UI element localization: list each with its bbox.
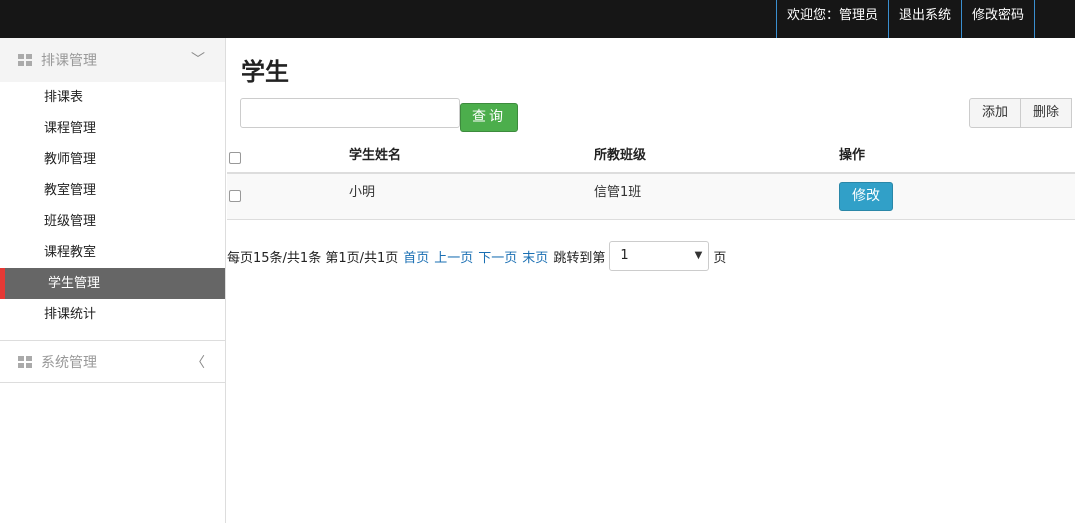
sidebar-menu: 排课表 课程管理 教师管理 教室管理 班级管理 课程教室 学生管理 排课统计 — [0, 82, 225, 330]
sidebar-item-statistics[interactable]: 排课统计 — [0, 299, 225, 330]
sidebar-item-classrooms[interactable]: 教室管理 — [0, 175, 225, 206]
select-all-checkbox[interactable] — [229, 152, 241, 164]
last-page-link[interactable]: 末页 — [522, 247, 548, 266]
sidebar-group-label: 系统管理 — [41, 354, 97, 371]
page-unit-label: 页 — [713, 250, 727, 266]
pagination: 每页15条/共1条 第1页/共1页 首页 上一页 下一页 末页 跳转到第 1 ▼… — [227, 241, 726, 271]
pagination-summary: 每页15条/共1条 第1页/共1页 — [227, 250, 399, 266]
grid-icon — [18, 355, 32, 368]
search-input[interactable] — [240, 98, 460, 128]
column-header-class: 所教班级 — [594, 148, 647, 163]
edit-button[interactable]: 修改 — [839, 182, 893, 211]
page-select-value: 1 — [620, 248, 629, 263]
dropdown-arrow-icon: ▼ — [694, 250, 703, 261]
change-password-link[interactable]: 修改密码 — [960, 0, 1035, 38]
first-page-link[interactable]: 首页 — [403, 247, 429, 266]
logout-link[interactable]: 退出系统 — [887, 0, 961, 38]
search-button[interactable]: 查询 — [460, 103, 518, 132]
students-table: 学生姓名 所教班级 操作 小明 信管1班 修改 — [227, 138, 1075, 220]
table-header-row: 学生姓名 所教班级 操作 — [227, 138, 1075, 174]
delete-button[interactable]: 删除 — [1021, 98, 1073, 128]
sidebar-group-label: 排课管理 — [41, 53, 97, 69]
welcome-user: 欢迎您：管理员 — [775, 0, 888, 38]
action-button-group: 添加 删除 — [969, 98, 1073, 128]
grid-icon — [18, 54, 32, 66]
chevron-down-icon: ﹀ — [191, 52, 205, 68]
chevron-left-icon: 〈 — [191, 355, 205, 371]
sidebar-item-students[interactable]: 学生管理 — [0, 268, 225, 299]
next-page-link[interactable]: 下一页 — [478, 247, 517, 266]
page-title: 学生 — [241, 58, 289, 86]
sidebar: 排课管理 ﹀ 排课表 课程管理 教师管理 教室管理 班级管理 课程教室 学生管理… — [0, 38, 226, 523]
sidebar-group-scheduling[interactable]: 排课管理 ﹀ — [0, 38, 225, 82]
sidebar-item-classes[interactable]: 班级管理 — [0, 206, 225, 237]
page-select[interactable]: 1 ▼ — [609, 241, 710, 271]
column-header-action: 操作 — [839, 148, 866, 163]
row-checkbox[interactable] — [229, 190, 241, 202]
sidebar-group-system[interactable]: 系统管理 〈 — [0, 340, 225, 383]
column-header-name: 学生姓名 — [349, 148, 402, 163]
prev-page-link[interactable]: 上一页 — [434, 247, 473, 266]
jump-to-label: 跳转到第 — [553, 250, 606, 266]
main-content: 学生 查询 添加 删除 学生姓名 所教班级 操作 小明 信管1班 修改 每页15… — [227, 38, 1075, 523]
add-button[interactable]: 添加 — [969, 98, 1022, 128]
sidebar-item-schedule[interactable]: 排课表 — [0, 82, 225, 113]
sidebar-item-course-classroom[interactable]: 课程教室 — [0, 237, 225, 268]
sidebar-item-courses[interactable]: 课程管理 — [0, 113, 225, 144]
student-class-cell: 信管1班 — [594, 185, 642, 200]
top-bar: 欢迎您：管理员 退出系统 修改密码 — [0, 0, 1075, 38]
student-name-cell: 小明 — [349, 185, 376, 200]
top-nav: 欢迎您：管理员 退出系统 修改密码 — [775, 0, 1035, 38]
table-row: 小明 信管1班 修改 — [227, 174, 1075, 220]
sidebar-item-teachers[interactable]: 教师管理 — [0, 144, 225, 175]
